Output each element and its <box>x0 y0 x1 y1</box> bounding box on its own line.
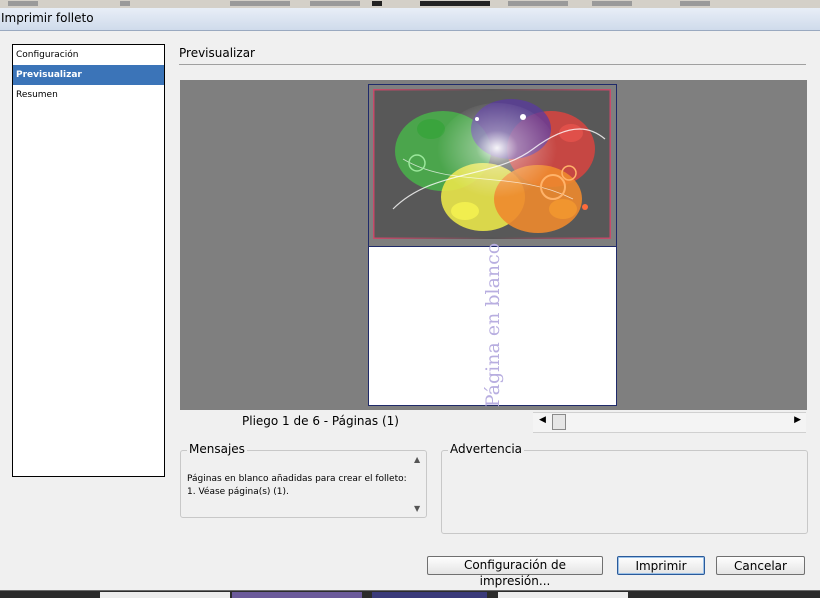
blank-page-label: Página en blanco <box>482 242 504 408</box>
print-button[interactable]: Imprimir <box>617 556 705 575</box>
scroll-up-icon[interactable]: ▲ <box>414 455 420 464</box>
sidebar-item-previsualizar[interactable]: Previsualizar <box>13 65 164 85</box>
scroll-down-icon[interactable]: ▼ <box>414 504 420 513</box>
section-divider <box>179 64 806 65</box>
section-title: Previsualizar <box>179 46 255 60</box>
messages-label: Mensajes <box>187 442 247 456</box>
warning-label: Advertencia <box>448 442 525 456</box>
dialog-title-bar[interactable]: Imprimir folleto <box>0 8 820 31</box>
colorful-splash-artwork-image <box>373 89 611 239</box>
scroll-right-icon[interactable]: ▶ <box>794 415 801 425</box>
sidebar-item-resumen[interactable]: Resumen <box>13 85 164 105</box>
scroll-thumb[interactable] <box>552 414 566 430</box>
sidebar-nav: Configuración Previsualizar Resumen <box>12 44 165 477</box>
messages-scrollbar[interactable]: ▲ ▼ <box>411 451 426 517</box>
cancel-button[interactable]: Cancelar <box>716 556 805 575</box>
spread-scrollbar[interactable]: ◀ ▶ <box>533 412 806 433</box>
page-artwork-region <box>369 85 616 247</box>
spread-page: Página en blanco <box>368 84 617 408</box>
messages-text: Páginas en blanco añadidas para crear el… <box>187 474 407 497</box>
scroll-left-icon[interactable]: ◀ <box>539 415 546 425</box>
messages-group: Mensajes Páginas en blanco añadidas para… <box>180 442 427 518</box>
spread-label: Pliego 1 de 6 - Páginas (1) <box>242 414 399 428</box>
dialog-title: Imprimir folleto <box>1 11 94 25</box>
warning-group: Advertencia <box>441 442 808 534</box>
print-setup-button[interactable]: Configuración de impresión... <box>427 556 603 588</box>
sidebar-item-configuracion[interactable]: Configuración <box>13 45 164 65</box>
preview-area: Página en blanco <box>180 80 807 410</box>
